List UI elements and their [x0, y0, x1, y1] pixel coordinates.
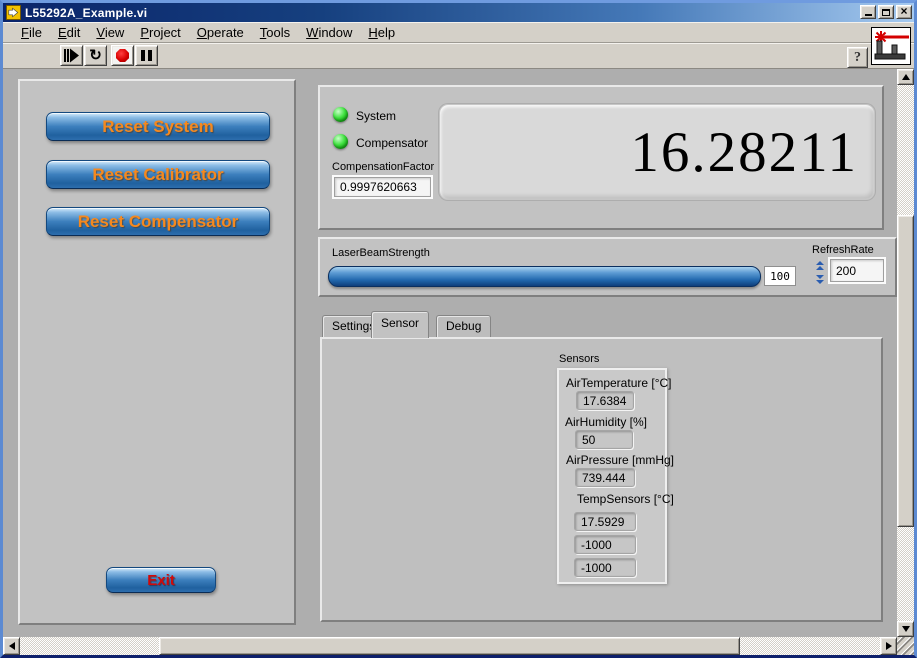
air-pressure-label: AirPressure [mmHg]: [566, 453, 674, 467]
system-led-label: System: [356, 109, 396, 123]
reset-calibrator-button[interactable]: Reset Calibrator: [46, 160, 270, 189]
maximize-icon: [882, 9, 890, 16]
scroll-up-button[interactable]: [897, 69, 914, 85]
resize-grip[interactable]: [897, 637, 914, 655]
menu-item-edit[interactable]: Edit: [50, 23, 88, 42]
refresh-rate-label: RefreshRate: [812, 244, 874, 256]
temp-sensor-value-1: -1000: [574, 535, 636, 554]
laser-beam-strength-label: LaserBeamStrength: [332, 247, 430, 259]
abort-button[interactable]: [111, 45, 134, 66]
temp-sensor-value-0: 17.5929: [574, 512, 636, 531]
tab-body-sensor: Sensors AirTemperature [°C] 17.6384 AirH…: [320, 337, 883, 622]
compensator-led: [333, 134, 348, 149]
tab-sensor[interactable]: Sensor: [371, 311, 429, 338]
compensator-led-label: Compensator: [356, 136, 428, 150]
laser-slider-value[interactable]: 100: [764, 266, 796, 286]
front-panel: Reset System Reset Calibrator Reset Comp…: [3, 69, 897, 637]
minimize-icon: [865, 14, 872, 16]
vertical-scrollbar[interactable]: [897, 69, 914, 637]
menu-item-help[interactable]: Help: [360, 23, 403, 42]
horizontal-scrollbar[interactable]: [3, 637, 897, 655]
menubar: File Edit View Project Operate Tools Win…: [3, 22, 914, 43]
vi-icon[interactable]: [871, 27, 911, 65]
minimize-button[interactable]: [860, 5, 876, 19]
system-led: [333, 107, 348, 122]
laser-beam-strength-slider[interactable]: [328, 266, 761, 287]
air-humidity-label: AirHumidity [%]: [565, 415, 647, 429]
reset-system-button[interactable]: Reset System: [46, 112, 270, 141]
compensation-factor-field[interactable]: 0.9997620663: [334, 177, 431, 197]
menu-item-view[interactable]: View: [88, 23, 132, 42]
scroll-left-icon: [9, 642, 15, 650]
left-panel: Reset System Reset Calibrator Reset Comp…: [18, 79, 296, 625]
sensors-cluster-label: Sensors: [559, 353, 599, 365]
scroll-down-button[interactable]: [897, 621, 914, 637]
air-humidity-value: 50: [575, 430, 633, 449]
laser-panel: LaserBeamStrength 100 RefreshRate 200: [318, 237, 897, 297]
menu-item-tools[interactable]: Tools: [252, 23, 298, 42]
status-panel: System Compensator CompensationFactor 0.…: [318, 85, 884, 230]
menu-item-window[interactable]: Window: [298, 23, 360, 42]
air-temperature-value: 17.6384: [576, 391, 634, 410]
vertical-scroll-thumb[interactable]: [897, 215, 914, 527]
run-button[interactable]: [60, 45, 83, 66]
numeric-display: 16.28211: [439, 104, 875, 200]
labview-app-icon: [6, 5, 21, 20]
window-title: L55292A_Example.vi: [25, 6, 147, 20]
labview-window: L55292A_Example.vi × File Edit View Proj…: [0, 0, 917, 658]
spinner-up-icon[interactable]: [816, 261, 824, 271]
scroll-right-button[interactable]: [880, 637, 897, 655]
titlebar[interactable]: L55292A_Example.vi ×: [3, 3, 914, 22]
menu-item-project[interactable]: Project: [132, 23, 188, 42]
tab-debug[interactable]: Debug: [436, 315, 491, 337]
scroll-right-icon: [886, 642, 892, 650]
menu-item-file[interactable]: File: [13, 23, 50, 42]
pause-icon: [141, 50, 152, 61]
reset-compensator-button[interactable]: Reset Compensator: [46, 207, 270, 236]
help-icon: ?: [854, 50, 861, 66]
compensation-factor-label: CompensationFactor: [332, 161, 434, 173]
toolbar: ↻: [3, 43, 914, 69]
maximize-button[interactable]: [878, 5, 894, 19]
temp-sensor-value-2: -1000: [574, 558, 636, 577]
exit-button[interactable]: Exit: [106, 567, 216, 593]
run-icon: [63, 48, 80, 63]
refresh-rate-field[interactable]: 200: [830, 259, 884, 282]
menu-item-operate[interactable]: Operate: [189, 23, 252, 42]
laser-instrument-icon: [872, 28, 910, 64]
refresh-rate-spinner[interactable]: [816, 261, 824, 285]
air-temperature-label: AirTemperature [°C]: [566, 376, 672, 390]
scroll-left-button[interactable]: [3, 637, 20, 655]
horizontal-scroll-thumb[interactable]: [159, 637, 740, 655]
continuous-run-button[interactable]: ↻: [84, 45, 107, 66]
scroll-down-icon: [902, 626, 910, 632]
continuous-run-icon: ↻: [89, 48, 102, 63]
abort-icon: [116, 49, 129, 62]
help-button[interactable]: ?: [847, 47, 868, 68]
close-icon: ×: [900, 5, 907, 18]
sensors-cluster: AirTemperature [°C] 17.6384 AirHumidity …: [557, 368, 667, 584]
spinner-down-icon[interactable]: [816, 275, 824, 285]
tab-control: Settings Sensor Debug Sensors AirTempera…: [320, 311, 883, 622]
temp-sensors-label: TempSensors [°C]: [577, 492, 674, 506]
close-button[interactable]: ×: [896, 5, 912, 19]
scroll-up-icon: [902, 74, 910, 80]
pause-button[interactable]: [135, 45, 158, 66]
air-pressure-value: 739.444: [575, 468, 635, 487]
